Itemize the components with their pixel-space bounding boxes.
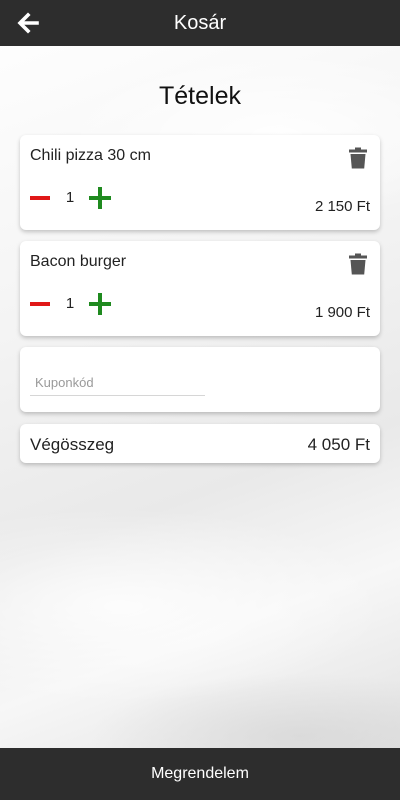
total-label: Végösszeg [30,435,115,454]
item-name: Chili pizza 30 cm [30,147,151,164]
minus-icon [30,196,50,200]
item-name: Bacon burger [30,253,127,270]
item-price: 2 150 Ft [314,198,370,215]
total-value: 4 050 Ft [307,435,370,454]
cart-item: Bacon burger 1 1 900 Ft [20,241,380,336]
section-title: Tételek [159,82,241,110]
cart-item: Chili pizza 30 cm 1 2 150 Ft [20,135,380,230]
quantity-value: 1 [65,189,75,206]
top-bar: Kosár [0,0,400,46]
plus-icon [89,187,111,209]
decrease-quantity-button[interactable] [30,188,50,208]
quantity-value: 1 [65,295,75,312]
trash-icon [349,253,367,275]
minus-icon [30,302,50,306]
delete-item-button[interactable] [348,253,368,275]
decrease-quantity-button[interactable] [30,294,50,314]
delete-item-button[interactable] [348,147,368,169]
trash-icon [349,147,367,169]
plus-icon [89,293,111,315]
item-price: 1 900 Ft [314,304,370,321]
coupon-code-input[interactable] [30,369,205,396]
place-order-label: Megrendelem [151,765,249,782]
total-card: Végösszeg 4 050 Ft [20,424,380,463]
place-order-button[interactable]: Megrendelem [0,748,400,800]
increase-quantity-button[interactable] [89,293,111,315]
back-button[interactable] [14,9,42,37]
increase-quantity-button[interactable] [89,187,111,209]
coupon-card [20,347,380,412]
arrow-left-icon [17,12,39,34]
page-title: Kosár [173,11,227,34]
